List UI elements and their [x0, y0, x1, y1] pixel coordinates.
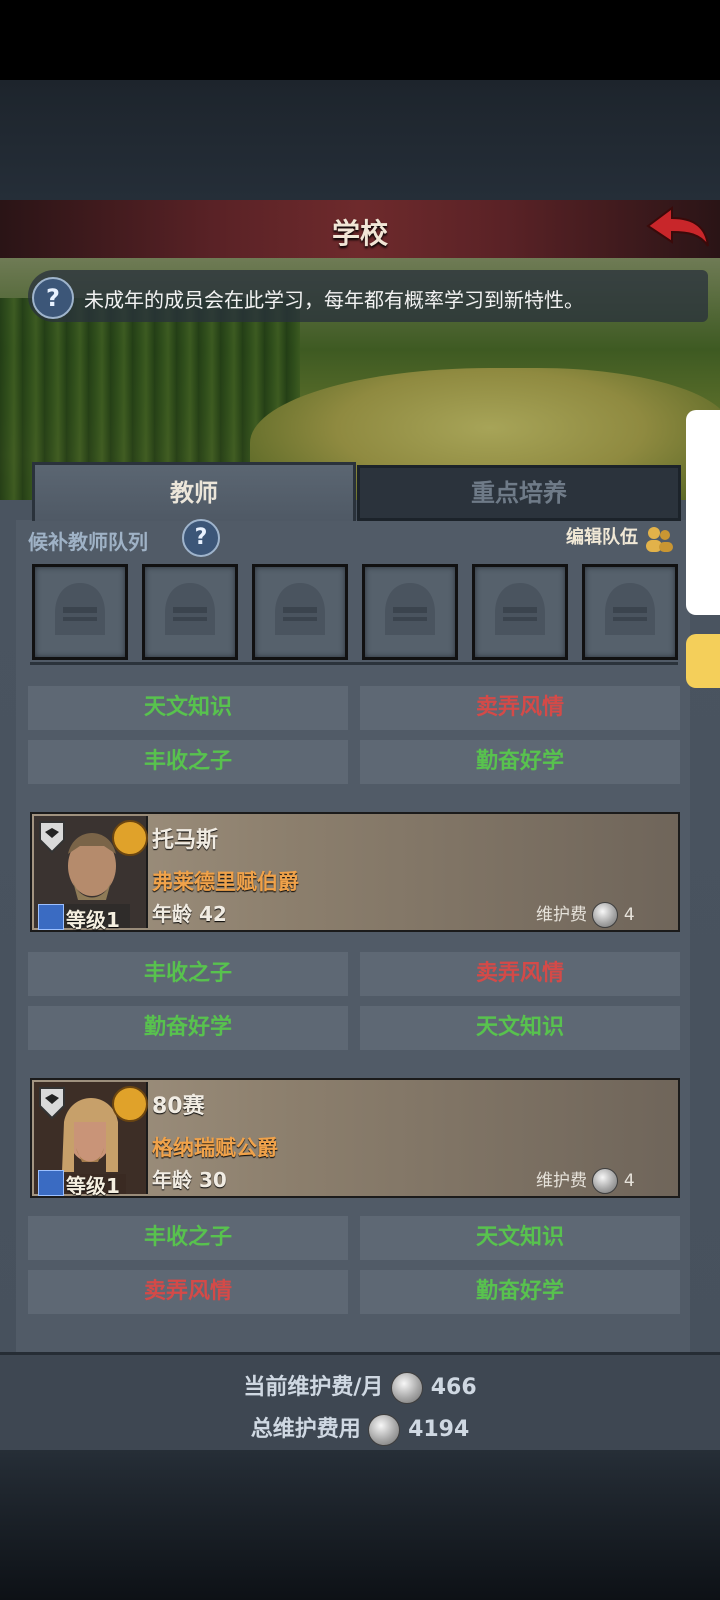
upkeep-value: 4: [623, 1171, 635, 1191]
top-frame: [0, 80, 720, 200]
back-button[interactable]: [644, 204, 714, 254]
teacher-name: 80赛: [152, 1094, 205, 1119]
queue-label: 候补教师队列: [28, 530, 148, 554]
helmet-icon: [165, 583, 215, 635]
helmet-icon: [385, 583, 435, 635]
header-bar: 学校: [0, 200, 720, 260]
age-value: 42: [198, 902, 227, 926]
teacher-title: 格纳瑞赋公爵: [152, 1136, 278, 1160]
helmet-icon: [495, 583, 545, 635]
teacher-slot-empty[interactable]: [362, 564, 458, 660]
total-upkeep: 总维护费用 4194: [0, 1411, 720, 1446]
helmet-icon: [55, 583, 105, 635]
trait-button[interactable]: 勤奋好学: [360, 1270, 680, 1314]
upkeep-label: 维护费: [536, 1171, 587, 1191]
trait-button[interactable]: 卖弄风情: [360, 952, 680, 996]
teacher-slot-empty[interactable]: [582, 564, 678, 660]
trait-button[interactable]: 丰收之子: [28, 952, 348, 996]
trait-button[interactable]: 天文知识: [360, 1006, 680, 1050]
age-label: 年龄: [152, 1168, 192, 1192]
silver-coin-icon: [592, 1168, 619, 1194]
teacher-card[interactable]: 等级1 80赛 格纳瑞赋公爵 年龄 30 维护费 4: [30, 1078, 680, 1198]
back-arrow-icon: [646, 206, 709, 247]
skill-badge-icon: [112, 1086, 148, 1122]
crest-icon: [39, 1087, 65, 1120]
helmet-icon: [275, 583, 325, 635]
sword-icon: [38, 1170, 64, 1196]
teacher-portrait: 等级1: [34, 1082, 148, 1198]
teacher-upkeep: 维护费 4: [536, 900, 635, 928]
info-text: 未成年的成员会在此学习，每年都有概率学习到新特性。: [84, 288, 584, 312]
crest-icon: [39, 821, 65, 854]
age-label: 年龄: [152, 902, 192, 926]
monthly-upkeep: 当前维护费/月 466: [0, 1369, 720, 1404]
divider: [30, 662, 678, 665]
trait-button[interactable]: 丰收之子: [28, 740, 348, 784]
edit-team-button[interactable]: 编辑队伍: [566, 523, 676, 555]
level-text: 等级1: [66, 1174, 120, 1198]
status-bar: [0, 0, 720, 80]
teacher-portrait: 等级1: [34, 816, 148, 932]
page-title: 学校: [331, 217, 388, 250]
bottom-frame: [0, 1450, 720, 1600]
level-text: 等级1: [66, 908, 120, 932]
teacher-age: 年龄 42: [152, 898, 227, 927]
silver-coin-icon: [391, 1372, 424, 1404]
team-icon: [646, 526, 674, 552]
silver-coin-icon: [368, 1414, 401, 1446]
monthly-upkeep-label: 当前维护费/月: [243, 1375, 384, 1400]
trait-button[interactable]: 丰收之子: [28, 1216, 348, 1260]
trait-button[interactable]: 勤奋好学: [28, 1006, 348, 1050]
total-upkeep-value: 4194: [408, 1417, 470, 1442]
sword-icon: [38, 904, 64, 930]
teacher-card[interactable]: 等级1 托马斯 弗莱德里赋伯爵 年龄 42 维护费 4: [30, 812, 680, 932]
trait-button[interactable]: 天文知识: [28, 686, 348, 730]
teacher-age: 年龄 30: [152, 1164, 227, 1193]
floating-side-button[interactable]: [686, 634, 720, 688]
upkeep-label: 维护费: [536, 905, 587, 925]
tab-training[interactable]: 重点培养: [357, 465, 681, 521]
trait-button[interactable]: 勤奋好学: [360, 740, 680, 784]
teacher-slot-empty[interactable]: [252, 564, 348, 660]
queue-help-icon[interactable]: ?: [182, 519, 220, 557]
teacher-upkeep: 维护费 4: [536, 1166, 635, 1194]
upkeep-footer: 当前维护费/月 466 总维护费用 4194: [0, 1352, 720, 1453]
helmet-icon: [605, 583, 655, 635]
floating-side-panel[interactable]: [686, 410, 720, 615]
silver-coin-icon: [592, 902, 619, 928]
skill-badge-icon: [112, 820, 148, 856]
teacher-title: 弗莱德里赋伯爵: [152, 870, 299, 894]
age-value: 30: [198, 1168, 227, 1192]
total-upkeep-label: 总维护费用: [250, 1417, 361, 1442]
monthly-upkeep-value: 466: [430, 1375, 477, 1400]
help-icon[interactable]: ?: [32, 277, 74, 319]
trait-button[interactable]: 天文知识: [360, 1216, 680, 1260]
tab-teachers[interactable]: 教师: [32, 462, 356, 521]
teacher-slot-empty[interactable]: [32, 564, 128, 660]
teacher-slot-empty[interactable]: [142, 564, 238, 660]
trait-button[interactable]: 卖弄风情: [360, 686, 680, 730]
trait-button[interactable]: 卖弄风情: [28, 1270, 348, 1314]
edit-team-label: 编辑队伍: [566, 527, 638, 548]
upkeep-value: 4: [623, 905, 635, 925]
teacher-name: 托马斯: [152, 828, 219, 853]
teacher-slot-empty[interactable]: [472, 564, 568, 660]
